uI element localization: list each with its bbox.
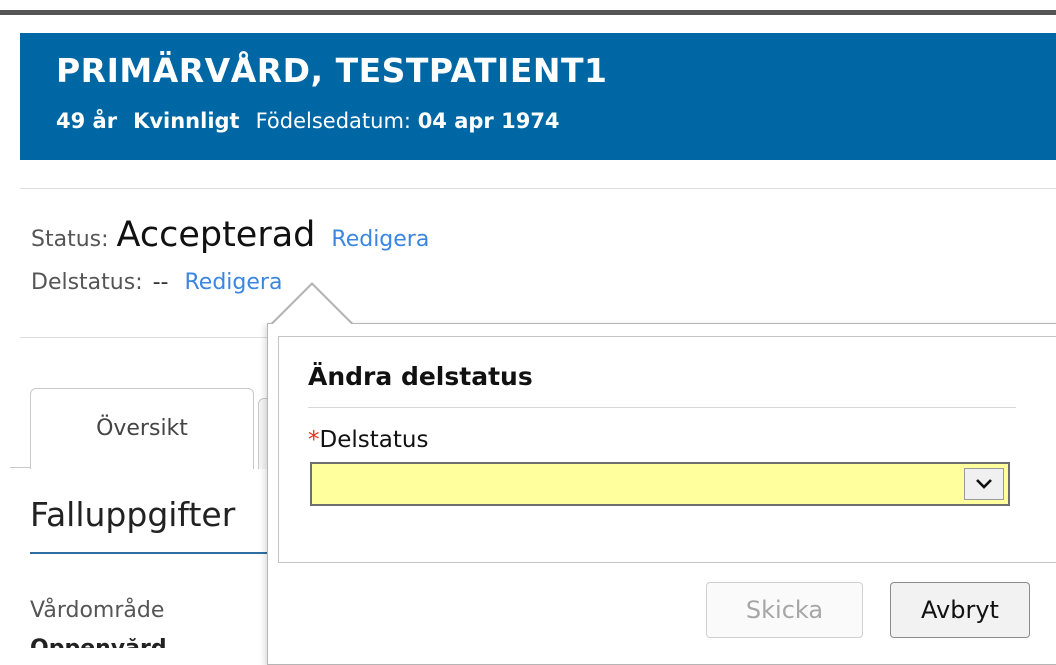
dob-value: 04 apr 1974: [417, 109, 560, 133]
divider: [20, 188, 1056, 189]
select-dropdown-button[interactable]: [964, 468, 1004, 500]
patient-age: 49 år: [56, 109, 118, 133]
required-marker: *: [308, 427, 320, 453]
chevron-down-icon: [976, 479, 992, 489]
edit-status-link[interactable]: Redigera: [331, 227, 429, 252]
section-underline: [30, 552, 280, 554]
popover-arrow-fill: [272, 285, 352, 325]
divider: [20, 337, 270, 338]
dob-label: Födelsedatum:: [255, 109, 411, 133]
delstatus-row: Delstatus: -- Redigera: [31, 270, 282, 295]
top-rule: [0, 10, 1056, 15]
field-label-vardomrade: Vårdområde: [30, 598, 165, 623]
status-value: Accepterad: [116, 215, 316, 255]
delstatus-value: --: [152, 270, 169, 295]
delstatus-select[interactable]: [310, 462, 1010, 506]
delstatus-field-label: *Delstatus: [308, 427, 429, 453]
popover-title: Ändra delstatus: [308, 362, 533, 391]
patient-name: PRIMÄRVÅRD, TESTPATIENT1: [56, 51, 608, 90]
status-row: Status: Accepterad Redigera: [31, 215, 429, 255]
delstatus-label: Delstatus:: [31, 270, 143, 295]
patient-header: PRIMÄRVÅRD, TESTPATIENT1 49 år Kvinnligt F…: [20, 33, 1056, 160]
section-title: Falluppgifter: [30, 495, 236, 534]
status-label: Status:: [31, 227, 109, 252]
change-delstatus-popover: Ändra delstatus *Delstatus Skicka Avbryt: [267, 323, 1056, 665]
edit-delstatus-link[interactable]: Redigera: [185, 270, 283, 295]
cancel-button[interactable]: Avbryt: [890, 582, 1030, 638]
tab-oversikt[interactable]: Översikt: [30, 388, 254, 469]
popover-separator: [308, 407, 1016, 408]
field-value-vardomrade: Öppenvård: [30, 638, 260, 648]
tab-baseline: [10, 467, 30, 468]
send-button[interactable]: Skicka: [706, 582, 863, 638]
patient-gender: Kvinnligt: [133, 109, 240, 133]
patient-meta: 49 år Kvinnligt Födelsedatum: 04 apr 1974: [56, 109, 560, 133]
